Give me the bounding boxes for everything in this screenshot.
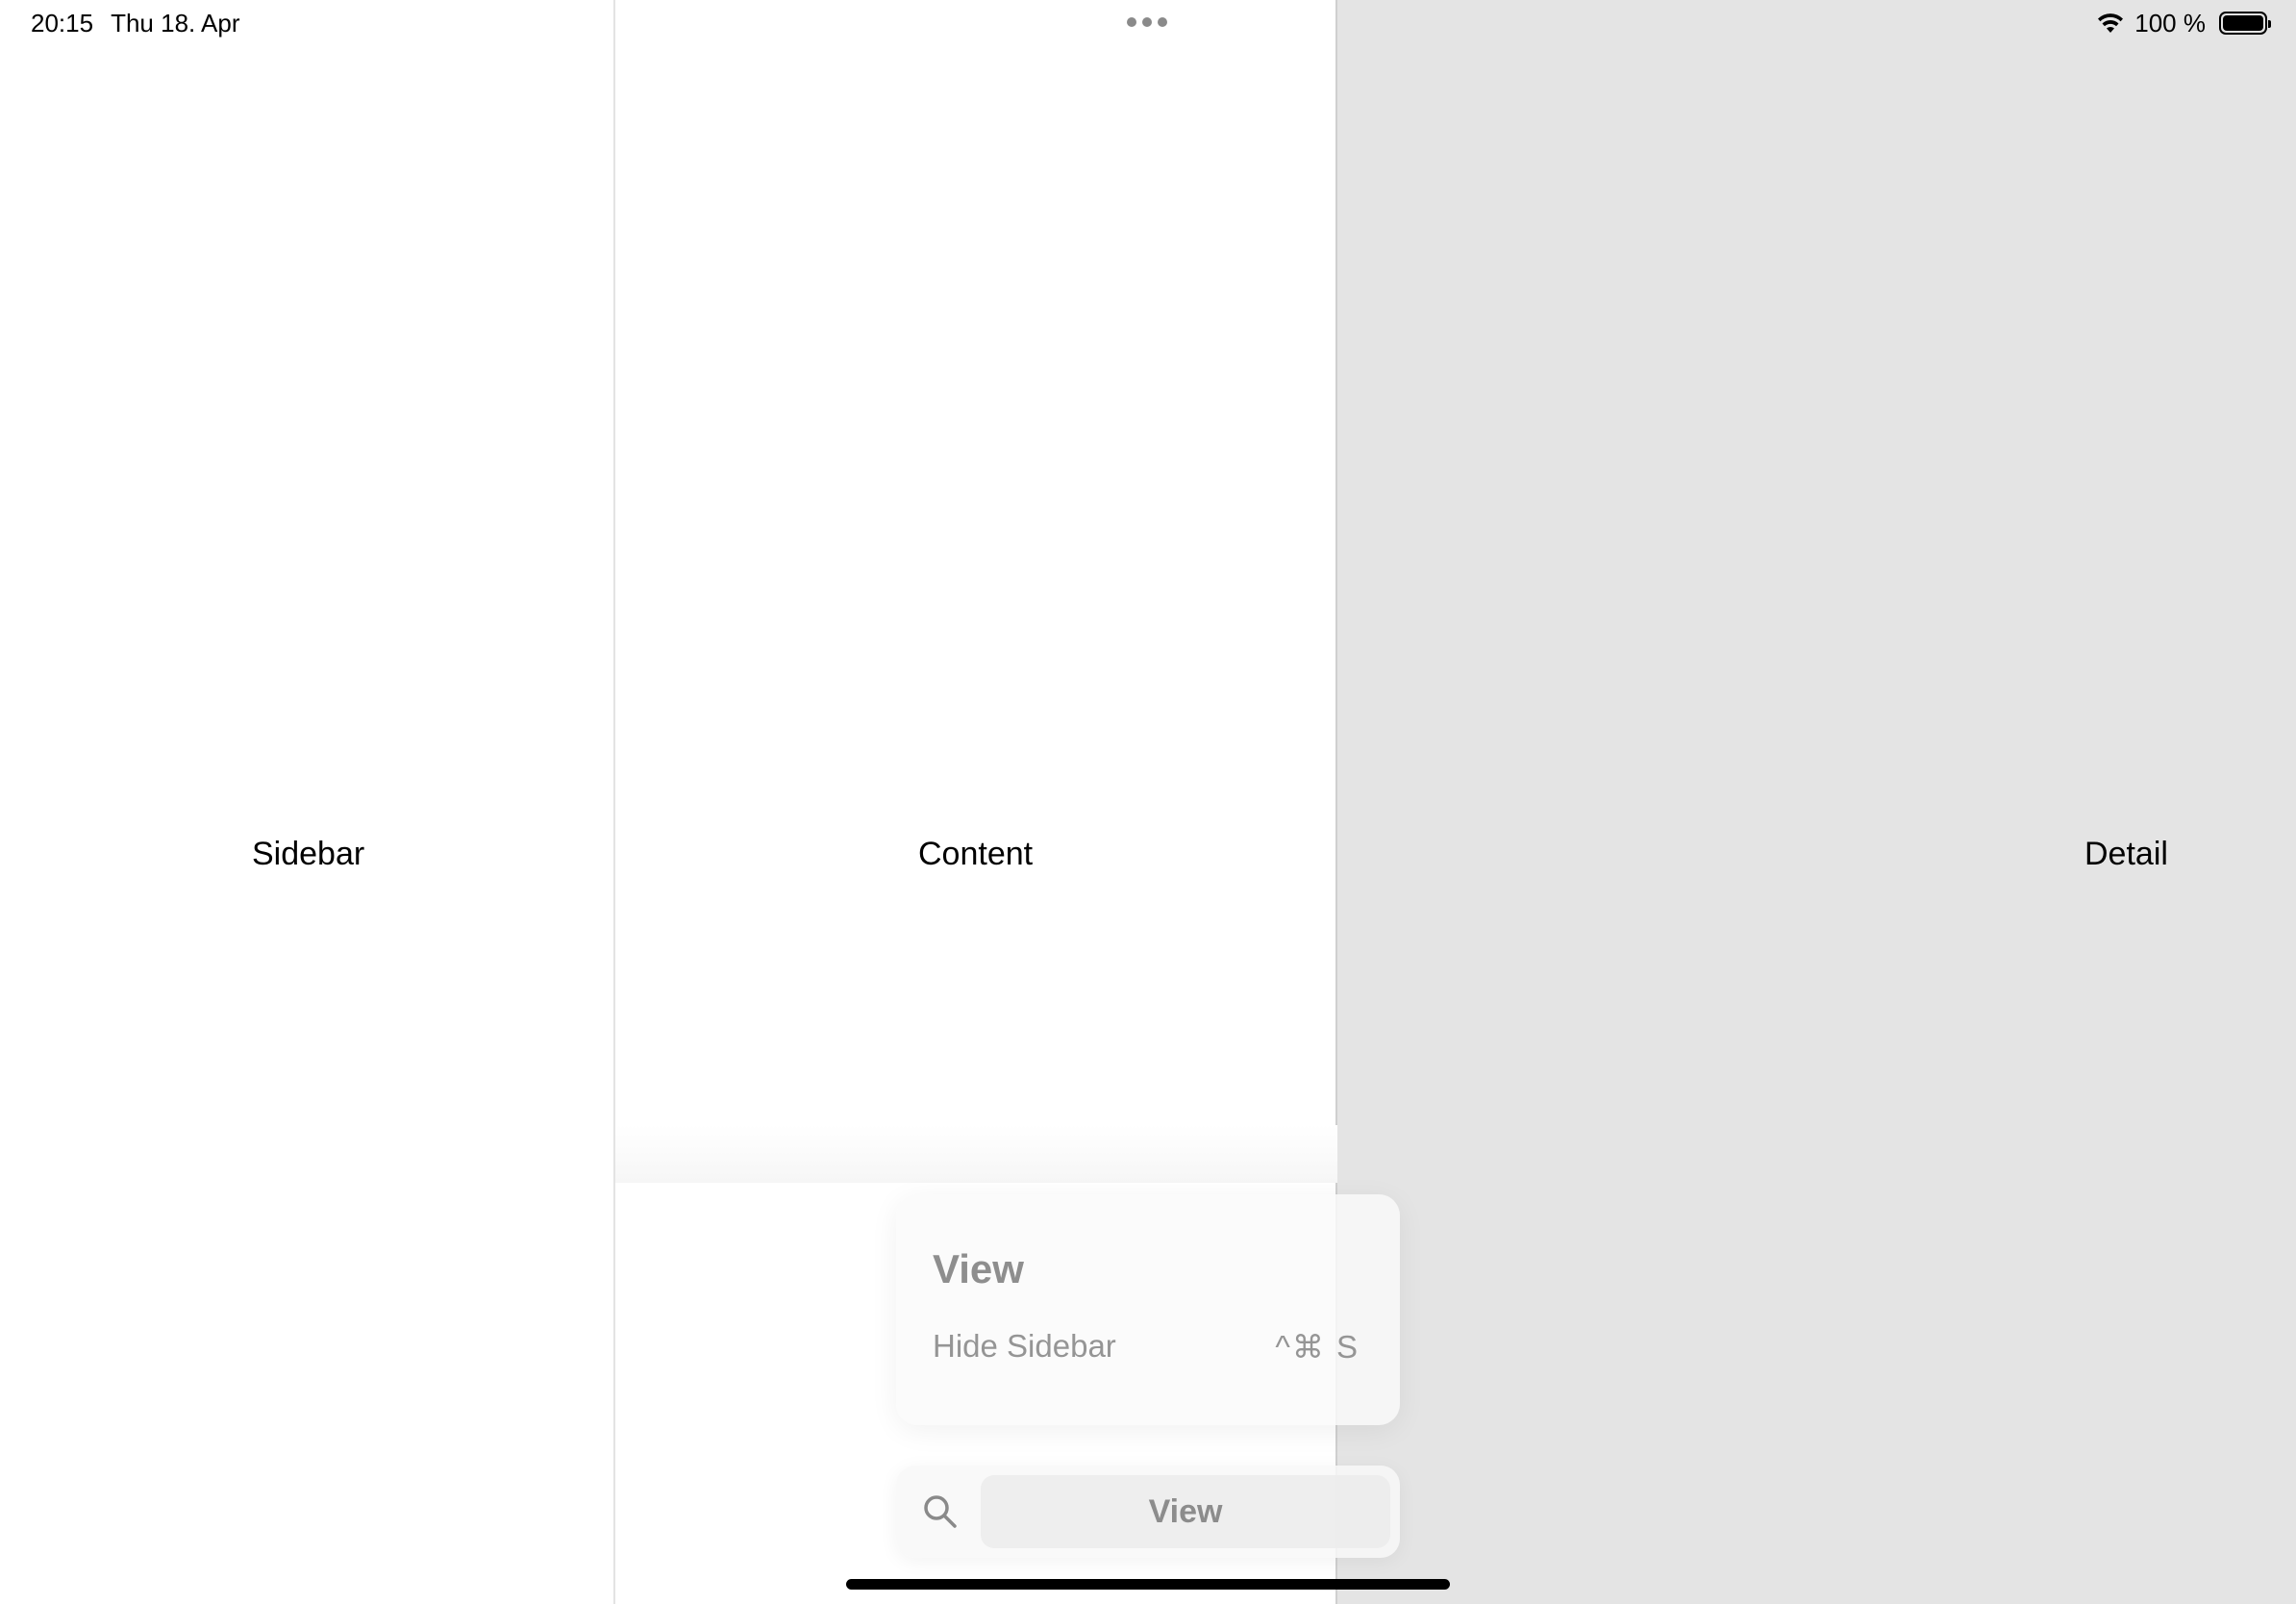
battery-icon: [2219, 12, 2271, 35]
status-bar-right: 100 %: [2096, 8, 2271, 38]
search-input[interactable]: View: [981, 1475, 1390, 1548]
sidebar-label: Sidebar: [252, 836, 365, 872]
status-time: 20:15: [31, 9, 94, 38]
bottom-fade: [615, 1125, 1337, 1183]
status-bar-left: 20:15 Thu 18. Apr: [31, 8, 258, 38]
menu-item-label: Hide Sidebar: [933, 1328, 1116, 1364]
menu-item-shortcut: ^⌘ S: [1275, 1328, 1360, 1365]
menu-item-hide-sidebar[interactable]: Hide Sidebar ^⌘ S: [933, 1323, 1360, 1369]
sidebar-column: Sidebar: [0, 0, 615, 1604]
status-date: Thu 18. Apr: [111, 9, 240, 38]
content-label: Content: [918, 836, 1034, 872]
search-icon: [924, 1495, 957, 1528]
detail-label: Detail: [2084, 836, 2168, 872]
multitasking-dots-icon[interactable]: [1127, 17, 1167, 27]
wifi-icon: [2098, 13, 2124, 33]
menu-title: View: [933, 1246, 1024, 1291]
menu-search-bar: View: [896, 1466, 1400, 1558]
split-view-screen: Sidebar Content Detail 20:15 Thu 18. Apr …: [0, 0, 2296, 1604]
battery-percent: 100 %: [2134, 9, 2206, 38]
home-indicator[interactable]: [846, 1579, 1450, 1590]
view-menu-popup: View Hide Sidebar ^⌘ S: [896, 1194, 1400, 1425]
detail-column: Detail: [1337, 0, 2296, 1604]
